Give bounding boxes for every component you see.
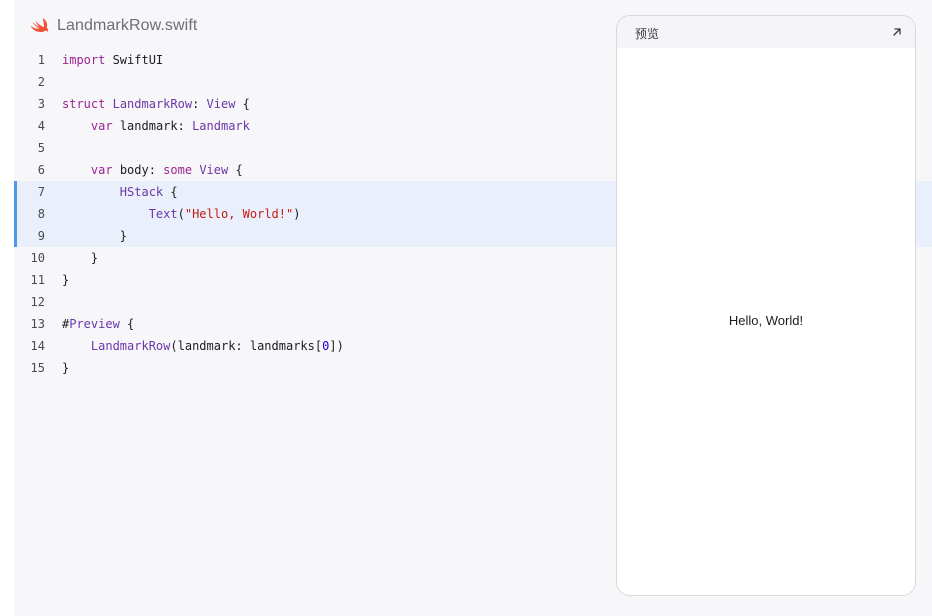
line-number: 10: [30, 251, 45, 265]
line-source: }: [62, 247, 98, 269]
code-token: SwiftUI: [105, 53, 164, 67]
code-token: {: [163, 185, 178, 199]
code-token: {: [119, 317, 135, 331]
line-source: }: [62, 269, 69, 291]
code-token: LandmarkRow: [90, 339, 171, 353]
line-source: #Preview {: [62, 313, 134, 335]
code-token: (: [177, 207, 185, 221]
preview-header: 预览: [617, 16, 915, 48]
line-number: 4: [37, 119, 45, 133]
line-number: 7: [37, 185, 45, 199]
line-number: 14: [30, 339, 45, 353]
line-source: HStack {: [62, 181, 178, 203]
code-token: ]): [329, 339, 344, 353]
line-source: var landmark: Landmark: [62, 115, 250, 137]
code-token: landmark:: [112, 119, 193, 133]
line-number: 1: [37, 53, 45, 67]
line-number: 9: [37, 229, 45, 243]
code-token: }: [62, 251, 99, 265]
code-token: View: [199, 163, 229, 177]
code-token: View: [206, 97, 236, 111]
code-token: }: [62, 361, 70, 375]
line-source: struct LandmarkRow: View {: [62, 93, 250, 115]
code-token: LandmarkRow: [112, 97, 193, 111]
line-number: 2: [37, 75, 45, 89]
line-source: Text("Hello, World!"): [62, 203, 301, 225]
code-token: var: [90, 119, 113, 133]
code-token: ): [293, 207, 301, 221]
line-number: 11: [30, 273, 45, 287]
expand-arrow-icon[interactable]: [889, 24, 905, 40]
code-token: :: [192, 97, 207, 111]
code-token: Landmark: [192, 119, 250, 133]
code-token: some: [163, 163, 193, 177]
line-number: 15: [30, 361, 45, 375]
code-token: struct: [62, 97, 106, 111]
line-number: 13: [30, 317, 45, 331]
line-source: LandmarkRow(landmark: landmarks[0]): [62, 335, 344, 357]
line-number: 12: [30, 295, 45, 309]
code-token: import: [62, 53, 106, 67]
preview-panel: 预览 Hello, World!: [616, 15, 916, 596]
code-token: body:: [112, 163, 164, 177]
line-number: 8: [37, 207, 45, 221]
code-token: Preview: [69, 317, 120, 331]
code-token: {: [235, 97, 250, 111]
file-header: LandmarkRow.swift: [30, 14, 197, 38]
line-number: 3: [37, 97, 45, 111]
swift-logo-icon: [30, 18, 49, 33]
code-token: (landmark: landmarks[: [170, 339, 323, 353]
code-token: "Hello, World!": [184, 207, 294, 221]
line-source: }: [62, 225, 127, 247]
line-number: 6: [37, 163, 45, 177]
code-token: var: [90, 163, 113, 177]
line-source: var body: some View {: [62, 159, 243, 181]
code-token: {: [228, 163, 243, 177]
line-number: 5: [37, 141, 45, 155]
line-source: import SwiftUI: [62, 49, 163, 71]
code-token: }: [62, 273, 70, 287]
line-source: }: [62, 357, 69, 379]
preview-content-text: Hello, World!: [728, 313, 804, 328]
preview-title: 预览: [635, 27, 660, 41]
code-token: HStack: [119, 185, 164, 199]
code-token: }: [62, 229, 128, 243]
file-name: LandmarkRow.swift: [57, 17, 198, 34]
code-token: Text: [148, 207, 178, 221]
